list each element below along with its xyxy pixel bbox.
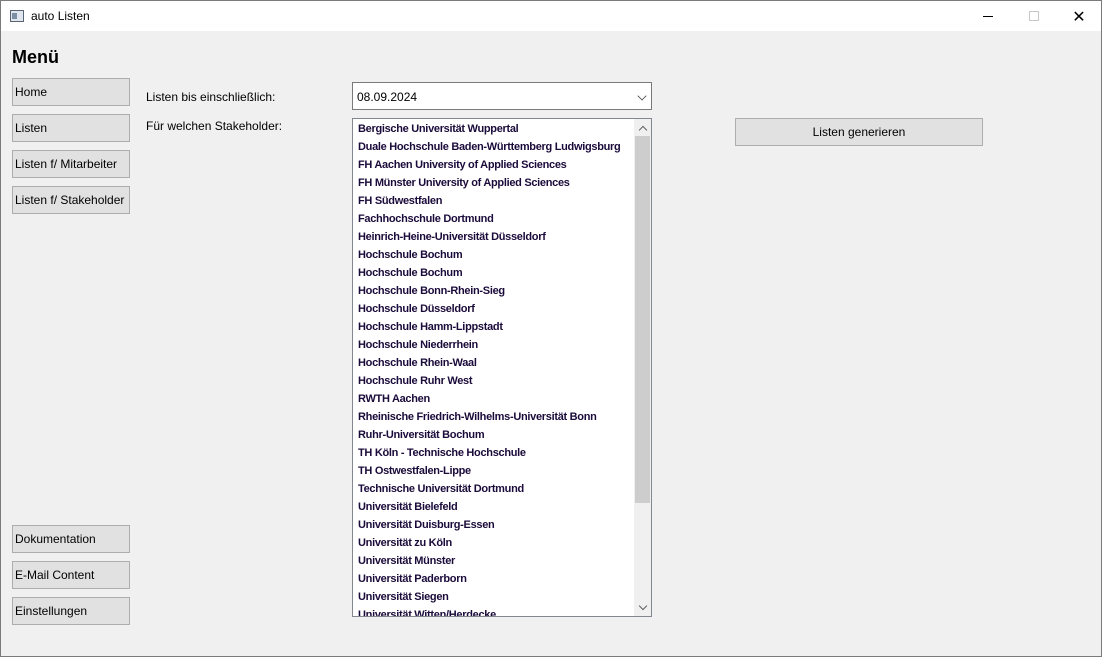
list-item[interactable]: FH Münster University of Applied Science… xyxy=(353,174,634,192)
minimize-button[interactable] xyxy=(965,1,1011,31)
list-item[interactable]: FH Südwestfalen xyxy=(353,192,634,210)
main-window: auto Listen ✕ Menü Home Listen Listen f/… xyxy=(0,0,1102,657)
list-item[interactable]: TH Ostwestfalen-Lippe xyxy=(353,462,634,480)
list-item[interactable]: RWTH Aachen xyxy=(353,390,634,408)
stakeholder-label: Für welchen Stakeholder: xyxy=(146,119,283,133)
minimize-icon xyxy=(983,15,993,17)
list-item[interactable]: Universität zu Köln xyxy=(353,534,634,552)
date-label: Listen bis einschließlich: xyxy=(146,90,276,104)
nav-email-content-button[interactable]: E-Mail Content xyxy=(12,561,130,589)
list-item[interactable]: Hochschule Rhein-Waal xyxy=(353,354,634,372)
list-item[interactable]: Rheinische Friedrich-Wilhelms-Universitä… xyxy=(353,408,634,426)
date-dropdown[interactable]: 08.09.2024 xyxy=(352,82,652,110)
list-item[interactable]: Universität Witten/Herdecke xyxy=(353,606,634,616)
list-item[interactable]: Hochschule Bochum xyxy=(353,246,634,264)
scroll-down-button[interactable] xyxy=(634,599,651,616)
list-item[interactable]: FH Aachen University of Applied Sciences xyxy=(353,156,634,174)
nav-listen-stakeholder-button[interactable]: Listen f/ Stakeholder xyxy=(12,186,130,214)
list-item[interactable]: Hochschule Bochum xyxy=(353,264,634,282)
window-title: auto Listen xyxy=(31,9,90,23)
title-bar[interactable]: auto Listen ✕ xyxy=(1,1,1101,31)
list-item[interactable]: Fachhochschule Dortmund xyxy=(353,210,634,228)
nav-listen-mitarbeiter-button[interactable]: Listen f/ Mitarbeiter xyxy=(12,150,130,178)
list-item[interactable]: TH Köln - Technische Hochschule xyxy=(353,444,634,462)
date-value: 08.09.2024 xyxy=(357,90,418,104)
maximize-icon xyxy=(1029,11,1039,21)
list-item[interactable]: Hochschule Hamm-Lippstadt xyxy=(353,318,634,336)
menu-heading: Menü xyxy=(12,47,59,67)
list-scrollbar[interactable] xyxy=(634,119,651,616)
list-item[interactable]: Bergische Universität Wuppertal xyxy=(353,120,634,138)
close-icon: ✕ xyxy=(1072,6,1086,26)
chevron-up-icon xyxy=(638,125,647,134)
scroll-up-button[interactable] xyxy=(634,119,651,136)
nav-listen-button[interactable]: Listen xyxy=(12,114,130,142)
app-window-icon xyxy=(10,10,24,22)
chevron-down-icon xyxy=(638,601,647,611)
nav-einstellungen-button[interactable]: Einstellungen xyxy=(12,597,130,625)
list-item[interactable]: Hochschule Ruhr West xyxy=(353,372,634,390)
maximize-button[interactable] xyxy=(1011,1,1057,31)
list-item[interactable]: Universität Bielefeld xyxy=(353,498,634,516)
chevron-down-icon xyxy=(637,91,647,101)
stakeholder-list[interactable]: Bergische Universität Wuppertal Duale Hoc… xyxy=(352,118,652,617)
list-item[interactable]: Ruhr-Universität Bochum xyxy=(353,426,634,444)
scroll-thumb[interactable] xyxy=(635,136,650,503)
list-item[interactable]: Universität Paderborn xyxy=(353,570,634,588)
nav-dokumentation-button[interactable]: Dokumentation xyxy=(12,525,130,553)
list-item[interactable]: Duale Hochschule Baden-Württemberg Ludwi… xyxy=(353,138,634,156)
list-item[interactable]: Heinrich-Heine-Universität Düsseldorf xyxy=(353,228,634,246)
list-item[interactable]: Hochschule Bonn-Rhein-Sieg xyxy=(353,282,634,300)
list-item[interactable]: Hochschule Niederrhein xyxy=(353,336,634,354)
stakeholder-items: Bergische Universität Wuppertal Duale Hoc… xyxy=(353,120,634,616)
list-item[interactable]: Universität Siegen xyxy=(353,588,634,606)
list-item[interactable]: Hochschule Düsseldorf xyxy=(353,300,634,318)
generate-lists-button[interactable]: Listen generieren xyxy=(735,118,983,146)
close-button[interactable]: ✕ xyxy=(1056,1,1102,31)
list-item[interactable]: Universität Münster xyxy=(353,552,634,570)
list-item[interactable]: Universität Duisburg-Essen xyxy=(353,516,634,534)
nav-home-button[interactable]: Home xyxy=(12,78,130,106)
list-item[interactable]: Technische Universität Dortmund xyxy=(353,480,634,498)
